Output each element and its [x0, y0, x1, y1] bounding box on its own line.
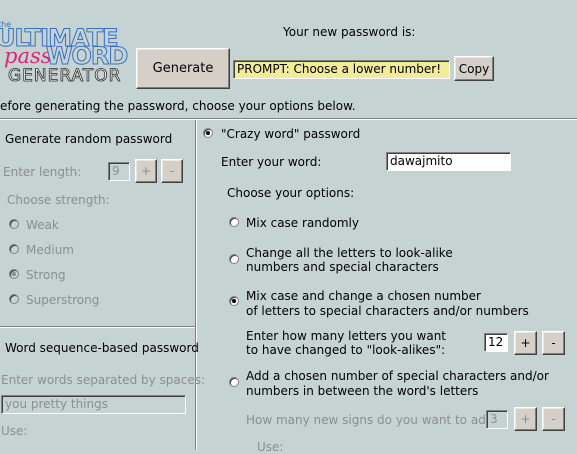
strength-weak-radio[interactable] — [9, 219, 19, 229]
strength-superstrong-label: Superstrong — [26, 293, 100, 307]
mix-case-label: Mix case randomly — [246, 216, 359, 230]
password-caption: Your new password is: — [283, 25, 416, 39]
sequence-hint: Enter words separated by spaces: — [1, 373, 206, 387]
length-plus-button[interactable]: + — [135, 159, 157, 183]
logo-generator: GENERATOR — [8, 66, 122, 87]
signs-minus-button[interactable]: - — [542, 407, 565, 431]
how-many-letters-label-line2: to have changed to "look-alikes": — [246, 343, 446, 357]
crazy-word-radio[interactable] — [203, 128, 213, 138]
strength-strong-radio[interactable] — [9, 269, 19, 279]
change-all-label-line1: Change all the letters to look-alike — [246, 246, 453, 260]
change-all-radio[interactable] — [229, 254, 239, 264]
app-logo: the ULTIMATE pass WORD GENERATOR — [0, 18, 130, 88]
mix-and-change-label-line1: Mix case and change a chosen number — [246, 289, 481, 303]
instructions-text: efore generating the password, choose yo… — [0, 99, 356, 113]
strength-superstrong-radio[interactable] — [9, 294, 19, 304]
letters-plus-button[interactable]: + — [514, 331, 537, 355]
mix-case-radio[interactable] — [229, 217, 239, 227]
add-chars-label-line1: Add a chosen number of special character… — [246, 369, 549, 383]
letters-count-input[interactable]: 12 — [484, 333, 508, 352]
add-chars-radio[interactable] — [229, 377, 239, 387]
word-input[interactable]: dawajmito — [386, 152, 511, 171]
logo-pass: pass — [4, 44, 52, 68]
signs-plus-button[interactable]: + — [514, 407, 537, 431]
signs-use-label: Use: — [257, 440, 284, 454]
sequence-input[interactable]: you pretty things — [1, 395, 186, 414]
left-section-divider — [0, 326, 195, 328]
sequence-section-title: Word sequence-based password — [5, 341, 199, 355]
strength-strong-label: Strong — [26, 268, 66, 282]
random-section-title: Generate random password — [5, 132, 173, 146]
length-label: Enter length: — [3, 165, 82, 179]
change-all-label-line2: numbers and special characters — [246, 260, 439, 274]
how-many-letters-label-line1: Enter how many letters you want — [246, 329, 447, 343]
length-minus-button[interactable]: - — [161, 159, 183, 183]
strength-weak-label: Weak — [26, 218, 59, 232]
signs-count-input[interactable]: 3 — [486, 410, 508, 429]
crazy-word-title: "Crazy word" password — [221, 127, 361, 141]
strength-medium-radio[interactable] — [9, 244, 19, 254]
sequence-use-label: Use: — [1, 424, 28, 438]
options-label: Choose your options: — [227, 186, 355, 200]
signs-count-label: How many new signs do you want to add? — [246, 413, 500, 427]
length-input[interactable]: 9 — [108, 162, 130, 181]
strength-medium-label: Medium — [26, 243, 74, 257]
strength-label: Choose strength: — [7, 193, 110, 207]
enter-word-label: Enter your word: — [221, 155, 322, 169]
generate-button[interactable]: Generate — [136, 48, 230, 89]
mix-and-change-radio[interactable] — [229, 296, 239, 306]
letters-minus-button[interactable]: - — [542, 331, 565, 355]
header-divider — [0, 118, 577, 120]
panel-divider — [195, 120, 197, 450]
copy-button[interactable]: Copy — [454, 56, 494, 81]
add-chars-label-line2: numbers in between the word's letters — [246, 384, 479, 398]
password-output[interactable]: PROMPT: Choose a lower number! — [233, 60, 450, 79]
mix-and-change-label-line2: of letters to special characters and/or … — [246, 304, 529, 318]
